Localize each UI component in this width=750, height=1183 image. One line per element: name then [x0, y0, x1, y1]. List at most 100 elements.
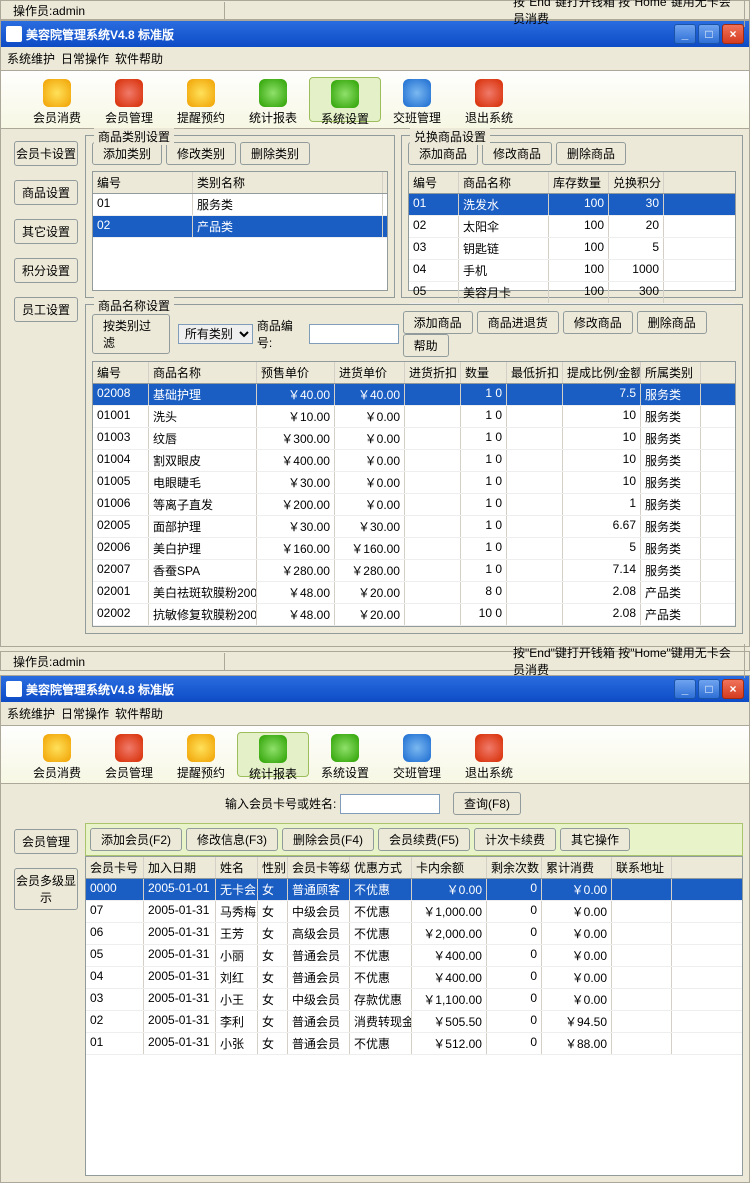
column-header[interactable]: 姓名 [216, 857, 258, 878]
column-header[interactable]: 累计消费 [542, 857, 612, 878]
exchange-grid[interactable]: 编号商品名称库存数量兑换积分01洗发水1003002太阳伞1002003钥匙链1… [408, 171, 736, 291]
minimize-button[interactable]: _ [674, 24, 696, 44]
table-row[interactable]: 072005-01-31马秀梅女中级会员不优惠￥1,000.000￥0.00 [86, 901, 742, 923]
action-button[interactable]: 商品进退货 [477, 311, 559, 334]
menu-item[interactable]: 系统维护 [7, 52, 55, 66]
toolbar-会员消费[interactable]: 会员消费 [21, 732, 93, 777]
menu-item[interactable]: 软件帮助 [115, 52, 163, 66]
table-row[interactable]: 02002抗敏修复软膜粉200g￥48.00￥20.0010 02.08产品类 [93, 604, 735, 626]
toolbar-交班管理[interactable]: 交班管理 [381, 77, 453, 122]
close-button[interactable]: × [722, 679, 744, 699]
table-row[interactable]: 022005-01-31李利女普通会员消费转现金￥505.500￥94.50 [86, 1011, 742, 1033]
action-button[interactable]: 修改信息(F3) [186, 828, 278, 851]
sidebar-item[interactable]: 其它设置 [14, 219, 78, 244]
toolbar-会员管理[interactable]: 会员管理 [93, 732, 165, 777]
column-header[interactable]: 卡内余额 [412, 857, 487, 878]
toolbar-提醒预约[interactable]: 提醒预约 [165, 77, 237, 122]
action-button[interactable]: 删除会员(F4) [282, 828, 374, 851]
member-search-input[interactable] [340, 794, 440, 814]
action-button[interactable]: 修改商品 [482, 142, 552, 165]
table-row[interactable]: 01洗发水10030 [409, 194, 735, 216]
table-row[interactable]: 032005-01-31小王女中级会员存款优惠￥1,100.000￥0.00 [86, 989, 742, 1011]
table-row[interactable]: 02太阳伞10020 [409, 216, 735, 238]
toolbar-系统设置[interactable]: 系统设置 [309, 732, 381, 777]
column-header[interactable]: 编号 [93, 172, 193, 193]
action-button[interactable]: 添加类别 [92, 142, 162, 165]
sidebar-item[interactable]: 员工设置 [14, 297, 78, 322]
product-code-input[interactable] [309, 324, 399, 344]
category-filter-select[interactable]: 所有类别 [178, 324, 253, 344]
table-row[interactable]: 01004割双眼皮￥400.00￥0.001 010服务类 [93, 450, 735, 472]
menu-item[interactable]: 软件帮助 [115, 707, 163, 721]
toolbar-统计报表[interactable]: 统计报表 [237, 732, 309, 777]
member-grid[interactable]: 会员卡号加入日期姓名性别会员卡等级优惠方式卡内余额剩余次数累计消费联系地址000… [85, 856, 743, 1176]
toolbar-退出系统[interactable]: 退出系统 [453, 77, 525, 122]
toolbar-交班管理[interactable]: 交班管理 [381, 732, 453, 777]
table-row[interactable]: 01003纹唇￥300.00￥0.001 010服务类 [93, 428, 735, 450]
column-header[interactable]: 数量 [461, 362, 507, 383]
table-row[interactable]: 02006美白护理￥160.00￥160.001 05服务类 [93, 538, 735, 560]
table-row[interactable]: 00002005-01-01无卡会员女普通顾客不优惠￥0.000￥0.00 [86, 879, 742, 901]
action-button[interactable]: 其它操作 [560, 828, 630, 851]
toolbar-提醒预约[interactable]: 提醒预约 [165, 732, 237, 777]
column-header[interactable]: 库存数量 [549, 172, 609, 193]
maximize-button[interactable]: □ [698, 24, 720, 44]
column-header[interactable]: 加入日期 [144, 857, 216, 878]
sidebar-item[interactable]: 商品设置 [14, 180, 78, 205]
table-row[interactable]: 01006等离子直发￥200.00￥0.001 01服务类 [93, 494, 735, 516]
table-row[interactable]: 01服务类 [93, 194, 387, 216]
table-row[interactable]: 01001洗头￥10.00￥0.001 010服务类 [93, 406, 735, 428]
action-button[interactable]: 帮助 [403, 334, 449, 357]
column-header[interactable]: 性别 [258, 857, 288, 878]
menu-item[interactable]: 日常操作 [61, 707, 109, 721]
column-header[interactable]: 剩余次数 [487, 857, 542, 878]
column-header[interactable]: 会员卡号 [86, 857, 144, 878]
column-header[interactable]: 编号 [93, 362, 149, 383]
action-button[interactable]: 修改类别 [166, 142, 236, 165]
product-grid[interactable]: 编号商品名称预售单价进货单价进货折扣数量最低折扣提成比例/金额所属类别02008… [92, 361, 736, 627]
action-button[interactable]: 计次卡续费 [474, 828, 556, 851]
menu-item[interactable]: 系统维护 [7, 707, 55, 721]
close-button[interactable]: × [722, 24, 744, 44]
column-header[interactable]: 最低折扣 [507, 362, 563, 383]
toolbar-会员管理[interactable]: 会员管理 [93, 77, 165, 122]
column-header[interactable]: 优惠方式 [350, 857, 412, 878]
column-header[interactable]: 编号 [409, 172, 459, 193]
column-header[interactable]: 联系地址 [612, 857, 672, 878]
table-row[interactable]: 01005电眼睫毛￥30.00￥0.001 010服务类 [93, 472, 735, 494]
table-row[interactable]: 02产品类 [93, 216, 387, 238]
search-button[interactable]: 查询(F8) [453, 792, 521, 815]
minimize-button[interactable]: _ [674, 679, 696, 699]
action-button[interactable]: 删除商品 [556, 142, 626, 165]
table-row[interactable]: 052005-01-31小丽女普通会员不优惠￥400.000￥0.00 [86, 945, 742, 967]
menu-item[interactable]: 日常操作 [61, 52, 109, 66]
table-row[interactable]: 03钥匙链1005 [409, 238, 735, 260]
table-row[interactable]: 02007香蚕SPA￥280.00￥280.001 07.14服务类 [93, 560, 735, 582]
column-header[interactable]: 商品名称 [149, 362, 257, 383]
action-button[interactable]: 添加商品 [408, 142, 478, 165]
toolbar-统计报表[interactable]: 统计报表 [237, 77, 309, 122]
table-row[interactable]: 02005面部护理￥30.00￥30.001 06.67服务类 [93, 516, 735, 538]
table-row[interactable]: 02008基础护理￥40.00￥40.001 07.5服务类 [93, 384, 735, 406]
table-row[interactable]: 02001美白祛斑软膜粉200g￥48.00￥20.008 02.08产品类 [93, 582, 735, 604]
sidebar-item[interactable]: 会员管理 [14, 829, 78, 854]
column-header[interactable]: 兑换积分 [609, 172, 664, 193]
table-row[interactable]: 012005-01-31小张女普通会员不优惠￥512.000￥88.00 [86, 1033, 742, 1055]
action-button[interactable]: 添加商品 [403, 311, 473, 334]
table-row[interactable]: 04手机1001000 [409, 260, 735, 282]
sidebar-item[interactable]: 积分设置 [14, 258, 78, 283]
toolbar-退出系统[interactable]: 退出系统 [453, 732, 525, 777]
sidebar-item[interactable]: 会员多级显示 [14, 868, 78, 910]
action-button[interactable]: 修改商品 [563, 311, 633, 334]
column-header[interactable]: 进货折扣 [405, 362, 461, 383]
action-button[interactable]: 添加会员(F2) [90, 828, 182, 851]
sidebar-item[interactable]: 会员卡设置 [14, 141, 78, 166]
column-header[interactable]: 预售单价 [257, 362, 335, 383]
column-header[interactable]: 会员卡等级 [288, 857, 350, 878]
filter-label-button[interactable]: 按类别过滤 [92, 314, 170, 354]
column-header[interactable]: 商品名称 [459, 172, 549, 193]
action-button[interactable]: 删除类别 [240, 142, 310, 165]
category-grid[interactable]: 编号类别名称01服务类02产品类 [92, 171, 388, 291]
column-header[interactable]: 进货单价 [335, 362, 405, 383]
table-row[interactable]: 05美容月卡100300 [409, 282, 735, 304]
